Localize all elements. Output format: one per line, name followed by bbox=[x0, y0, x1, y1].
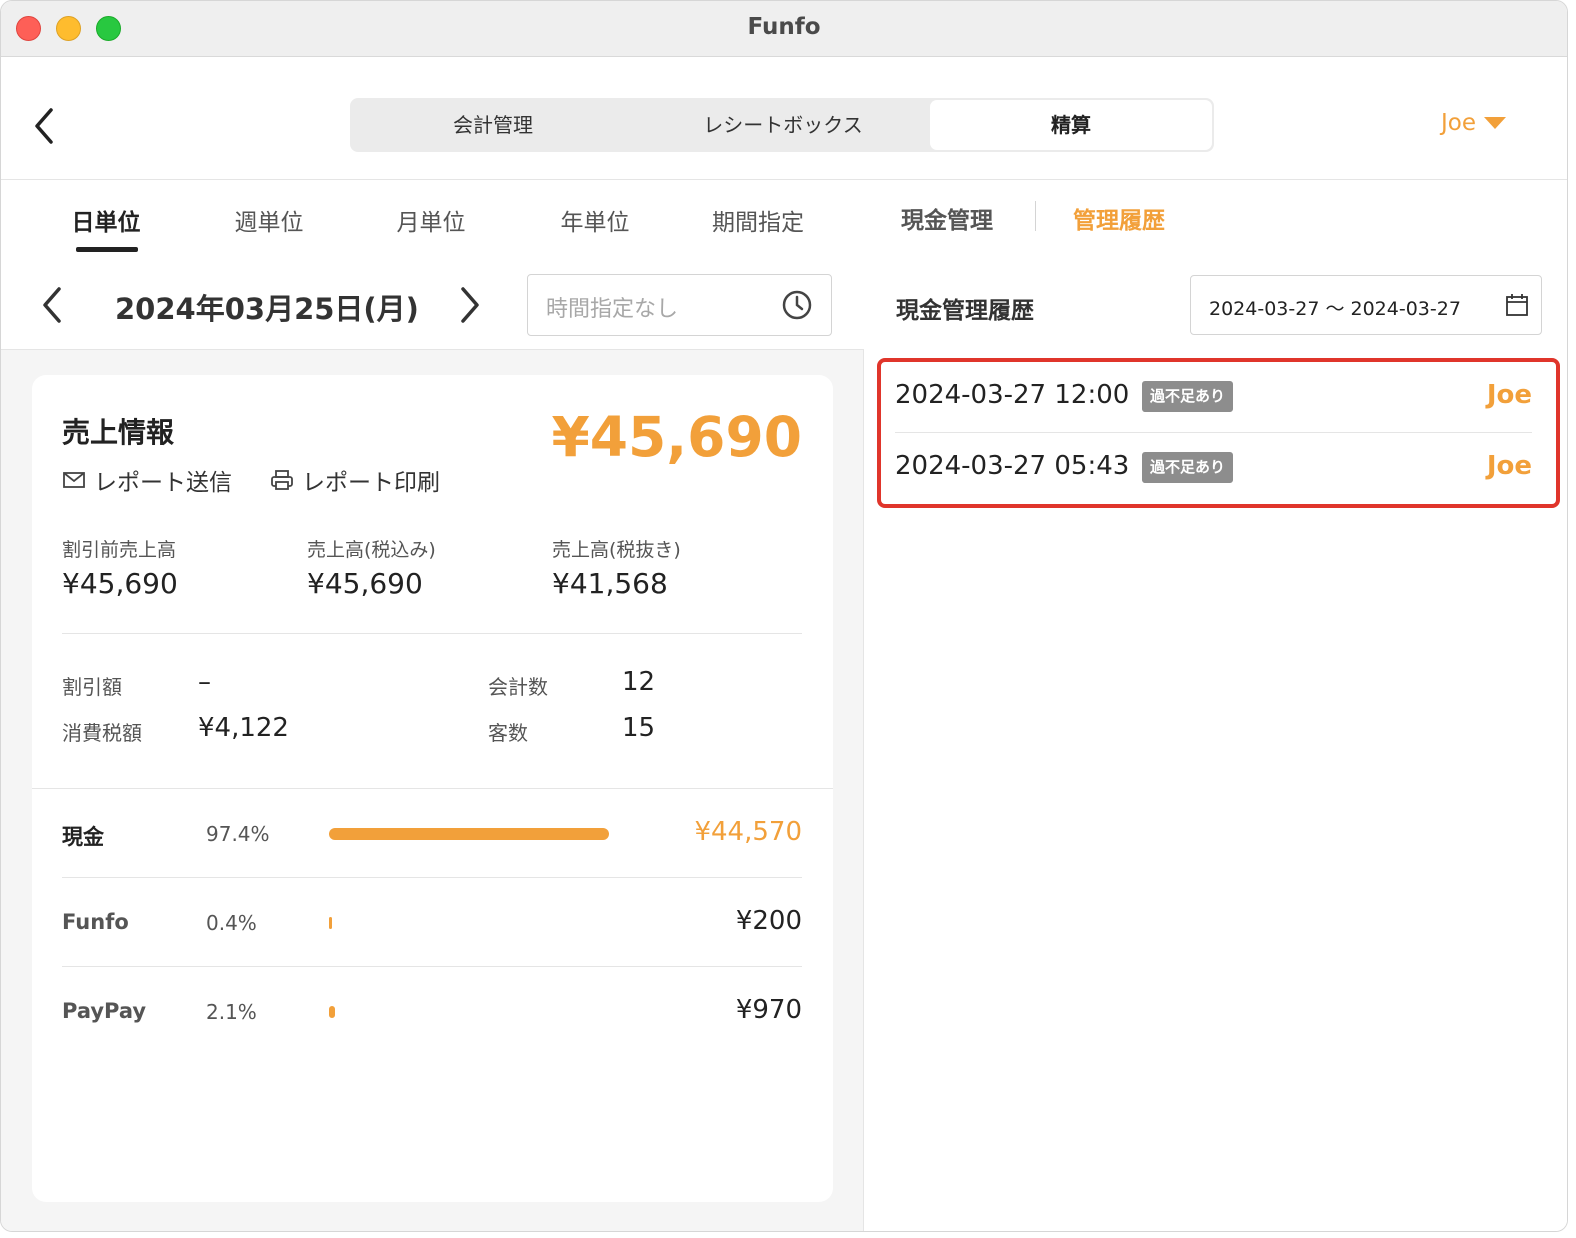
tax-label: 消費税額 bbox=[62, 721, 142, 745]
back-chevron-icon bbox=[35, 108, 53, 144]
payment-bar-funfo bbox=[329, 917, 332, 929]
sales-pane: 日単位 週単位 月単位 年単位 期間指定 2024年03月25日(月) 時間指定… bbox=[1, 181, 864, 1231]
history-list: 2024-03-27 12:00 過不足あり Joe 2024-03-27 05… bbox=[877, 358, 1560, 508]
user-name: Joe bbox=[1441, 110, 1477, 136]
tab-management-history[interactable]: 管理履歴 bbox=[1073, 201, 1165, 235]
sales-info-title: 売上情報 bbox=[62, 416, 175, 449]
history-title: 現金管理履歴 bbox=[896, 298, 1034, 324]
cash-management-pane: 現金管理 管理履歴 現金管理履歴 2024-03-27 ～ 2024-03-27… bbox=[865, 181, 1567, 1231]
history-time: 2024-03-27 12:00 bbox=[895, 380, 1130, 410]
history-user: Joe bbox=[1486, 380, 1532, 410]
payment-amount-funfo: ¥200 bbox=[735, 906, 802, 936]
mail-icon bbox=[63, 472, 85, 488]
history-row[interactable]: 2024-03-27 05:43 過不足あり Joe bbox=[895, 432, 1532, 502]
main-segmented-control: 会計管理 レシートボックス 精算 bbox=[350, 98, 1214, 152]
history-time: 2024-03-27 05:43 bbox=[895, 451, 1130, 481]
gross-sales-label: 割引前売上高 bbox=[62, 539, 177, 561]
payment-name-funfo: Funfo bbox=[62, 910, 129, 934]
app-window: Funfo 会計管理 レシートボックス 精算 Joe 日単位 週単位 月単位 年… bbox=[0, 0, 1568, 1232]
payment-bar-track-paypay bbox=[329, 1006, 609, 1018]
divider bbox=[32, 788, 833, 789]
payment-amount-paypay: ¥970 bbox=[735, 995, 802, 1025]
caret-down-icon bbox=[1484, 117, 1507, 129]
sales-incl-tax-label: 売上高(税込み) bbox=[307, 539, 436, 561]
transactions-label: 会計数 bbox=[488, 675, 548, 699]
window-title: Funfo bbox=[747, 14, 821, 40]
segment-receipt-box[interactable]: レシートボックス bbox=[636, 98, 930, 152]
payment-bar-paypay bbox=[329, 1006, 335, 1018]
print-report-label: レポート印刷 bbox=[302, 470, 440, 496]
sales-excl-tax-value: ¥41,568 bbox=[552, 567, 668, 600]
discount-label: 割引額 bbox=[62, 675, 122, 699]
tab-weekly[interactable]: 週単位 bbox=[209, 203, 329, 237]
history-row[interactable]: 2024-03-27 12:00 過不足あり Joe bbox=[895, 362, 1532, 432]
tab-monthly[interactable]: 月単位 bbox=[371, 203, 491, 237]
back-button[interactable] bbox=[29, 106, 59, 146]
send-report-label: レポート送信 bbox=[94, 470, 232, 496]
payment-percent-funfo: 0.4% bbox=[206, 911, 257, 935]
print-report-button[interactable]: レポート印刷 bbox=[270, 463, 440, 497]
divider bbox=[62, 966, 802, 967]
divider bbox=[62, 877, 802, 878]
app-header: 会計管理 レシートボックス 精算 Joe bbox=[1, 58, 1567, 180]
time-filter-input[interactable]: 時間指定なし bbox=[527, 274, 832, 336]
tab-custom-period[interactable]: 期間指定 bbox=[698, 203, 818, 237]
customers-label: 客数 bbox=[488, 721, 528, 745]
tab-yearly[interactable]: 年単位 bbox=[535, 203, 655, 237]
sales-incl-tax-value: ¥45,690 bbox=[307, 567, 423, 600]
time-filter-placeholder: 時間指定なし bbox=[546, 297, 679, 322]
send-report-button[interactable]: レポート送信 bbox=[62, 463, 232, 497]
divider bbox=[62, 633, 802, 634]
payment-name-cash: 現金 bbox=[62, 825, 104, 849]
payment-bar-cash bbox=[329, 828, 609, 840]
user-menu[interactable]: Joe bbox=[1441, 110, 1507, 136]
chevron-right-icon bbox=[461, 287, 479, 323]
payment-amount-cash: ¥44,570 bbox=[694, 817, 802, 847]
discount-value: – bbox=[198, 667, 211, 697]
history-user: Joe bbox=[1486, 451, 1532, 481]
current-date[interactable]: 2024年03月25日(月) bbox=[115, 286, 419, 328]
calendar-icon bbox=[1506, 294, 1528, 316]
date-range-value: 2024-03-27 ～ 2024-03-27 bbox=[1209, 298, 1461, 320]
segment-accounting[interactable]: 会計管理 bbox=[350, 98, 636, 152]
previous-date-button[interactable] bbox=[35, 284, 69, 326]
next-date-button[interactable] bbox=[453, 284, 487, 326]
payment-bar-track-funfo bbox=[329, 917, 609, 929]
sales-excl-tax-label: 売上高(税抜き) bbox=[552, 539, 681, 561]
active-tab-indicator bbox=[76, 247, 138, 252]
discrepancy-badge: 過不足あり bbox=[1142, 452, 1234, 483]
tax-value: ¥4,122 bbox=[198, 713, 289, 743]
tab-separator bbox=[1035, 201, 1036, 231]
sales-info-card: 売上情報 ¥45,690 レポート送信 レポート印刷 割引前売上高 ¥45,69… bbox=[32, 375, 833, 1202]
printer-icon bbox=[271, 470, 293, 490]
tab-cash-management[interactable]: 現金管理 bbox=[901, 201, 993, 235]
tab-daily[interactable]: 日単位 bbox=[46, 203, 166, 237]
customers-value: 15 bbox=[622, 713, 656, 743]
gross-sales-value: ¥45,690 bbox=[62, 567, 178, 600]
sales-total: ¥45,690 bbox=[551, 405, 802, 469]
chevron-left-icon bbox=[43, 287, 61, 323]
discrepancy-badge: 過不足あり bbox=[1142, 381, 1234, 412]
clock-icon bbox=[782, 290, 812, 320]
payment-percent-cash: 97.4% bbox=[206, 822, 270, 846]
transactions-value: 12 bbox=[622, 667, 656, 697]
payment-percent-paypay: 2.1% bbox=[206, 1000, 257, 1024]
payment-name-paypay: PayPay bbox=[62, 999, 147, 1023]
period-tabs: 日単位 週単位 月単位 年単位 期間指定 bbox=[1, 181, 864, 266]
date-range-picker[interactable]: 2024-03-27 ～ 2024-03-27 bbox=[1190, 275, 1542, 335]
payment-bar-track-cash bbox=[329, 828, 609, 840]
title-bar: Funfo bbox=[1, 1, 1567, 57]
segment-settlement[interactable]: 精算 bbox=[930, 100, 1212, 150]
date-navigator: 2024年03月25日(月) 時間指定なし bbox=[1, 266, 864, 350]
